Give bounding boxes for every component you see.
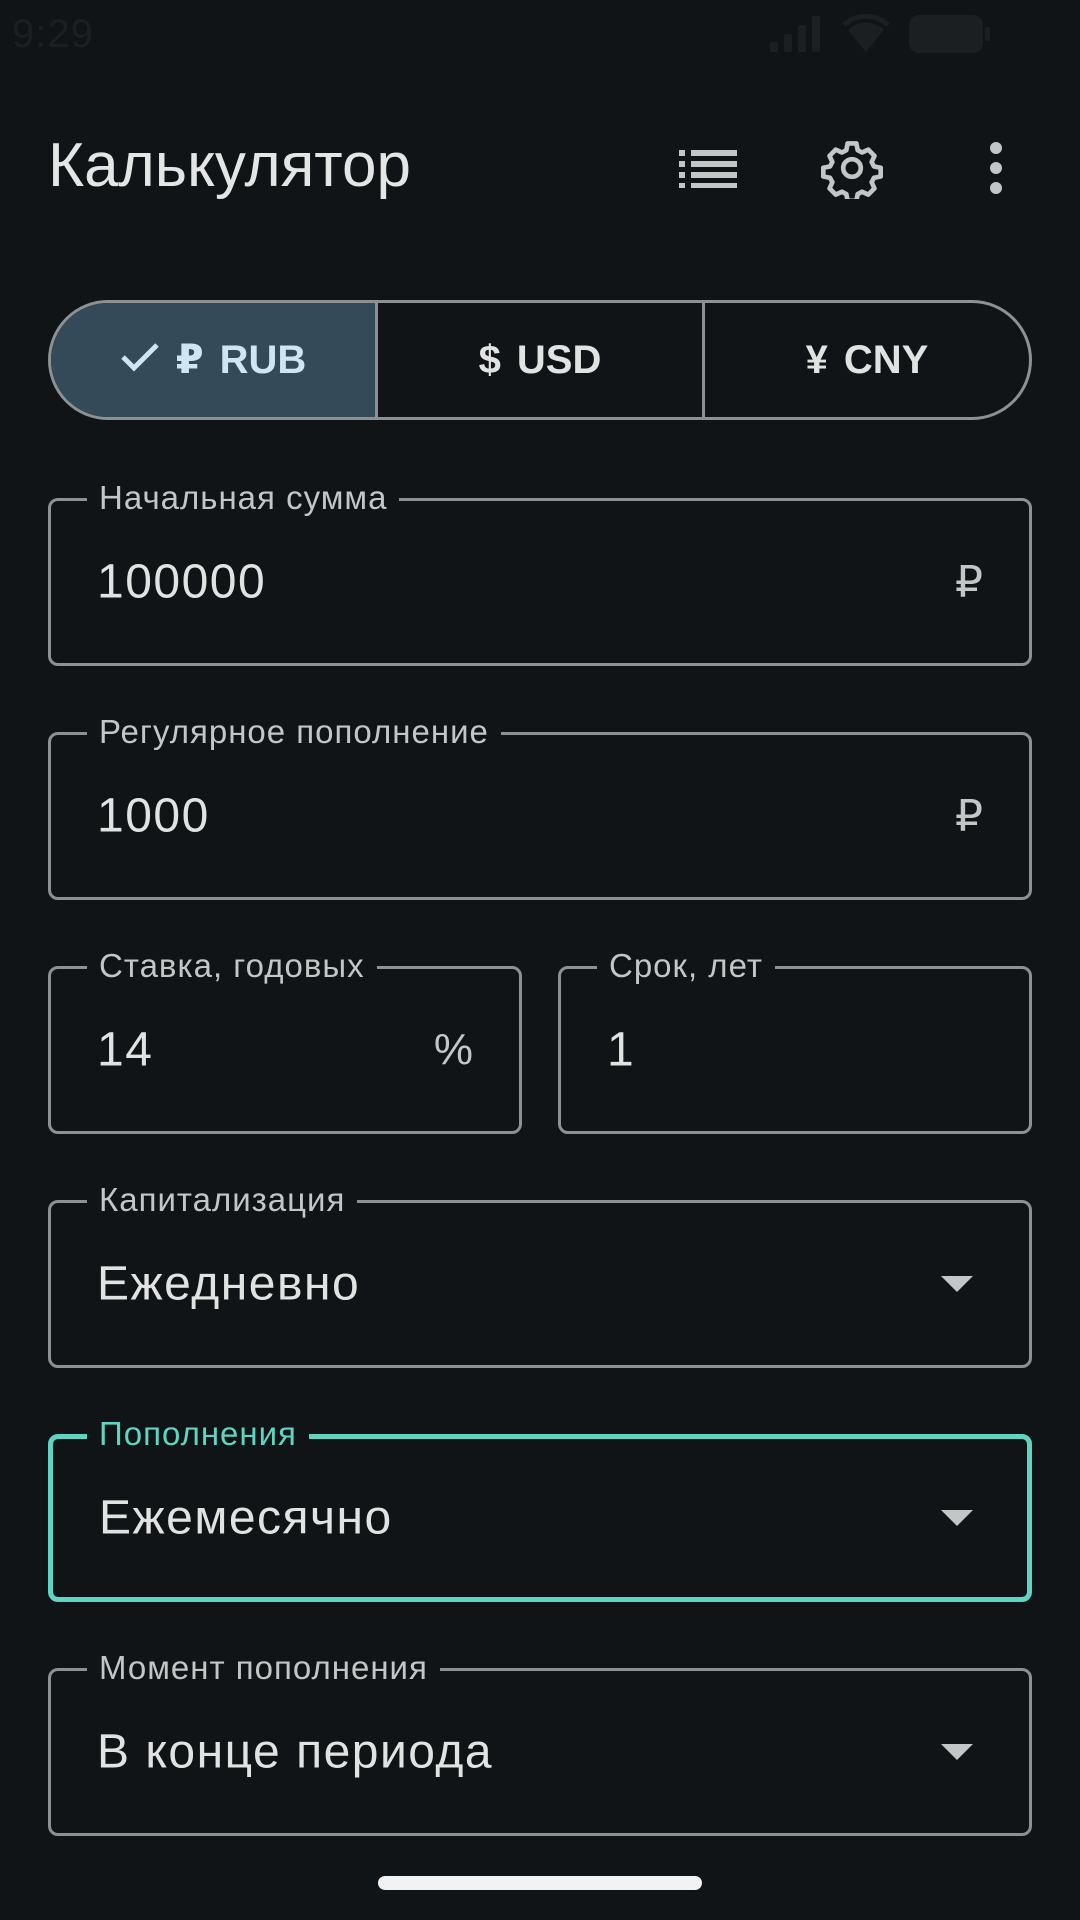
list-icon xyxy=(679,148,737,193)
home-indicator[interactable] xyxy=(378,1876,702,1890)
page-title: Калькулятор xyxy=(48,131,411,200)
capitalization-dropdown[interactable]: Капитализация Ежедневно xyxy=(48,1181,1032,1368)
topups-value: Ежемесячно xyxy=(99,1491,393,1545)
regular-topup-field[interactable]: Регулярное пополнение 1000 ₽ xyxy=(48,713,1032,900)
initial-amount-field[interactable]: Начальная сумма 100000 ₽ xyxy=(48,479,1032,666)
more-options-button[interactable] xyxy=(958,132,1034,208)
currency-usd-button[interactable]: $ USD xyxy=(375,303,702,417)
dropdown-arrow-icon xyxy=(941,1276,973,1292)
currency-rub-button[interactable]: ₽ RUB xyxy=(51,303,375,417)
field-label: Начальная сумма xyxy=(87,479,400,517)
field-label: Ставка, годовых xyxy=(87,947,377,985)
signal-icon xyxy=(768,14,824,59)
battery-icon xyxy=(908,13,992,60)
currency-code: CNY xyxy=(843,337,929,382)
ruble-suffix: ₽ xyxy=(955,557,983,607)
status-time: 9:29 xyxy=(12,12,94,56)
field-label: Капитализация xyxy=(87,1181,358,1219)
calculator-screen: 9:29 Калькулятор ₽ RUB $ USD ¥ CNY Начал… xyxy=(0,0,1080,1920)
check-icon xyxy=(120,338,160,383)
field-label: Момент пополнения xyxy=(87,1649,440,1687)
currency-symbol: ₽ xyxy=(175,338,204,382)
topup-moment-dropdown[interactable]: Момент пополнения В конце периода xyxy=(48,1649,1032,1836)
status-bar: 9:29 xyxy=(0,0,1080,70)
currency-cny-button[interactable]: ¥ CNY xyxy=(702,303,1029,417)
settings-button[interactable] xyxy=(814,132,890,208)
currency-symbol: $ xyxy=(478,337,501,382)
history-button[interactable] xyxy=(670,132,746,208)
dropdown-arrow-icon xyxy=(941,1744,973,1760)
wifi-icon xyxy=(842,13,890,59)
currency-symbol: ¥ xyxy=(805,337,828,382)
dropdown-arrow-icon xyxy=(941,1510,973,1526)
regular-topup-value: 1000 xyxy=(97,789,210,843)
more-vert-icon xyxy=(988,141,1004,200)
ruble-suffix: ₽ xyxy=(955,791,983,841)
rate-field[interactable]: Ставка, годовых 14 % xyxy=(48,947,522,1134)
percent-suffix: % xyxy=(433,1025,473,1074)
field-label: Пополнения xyxy=(87,1415,309,1453)
term-field[interactable]: Срок, лет 1 xyxy=(558,947,1032,1134)
rate-value: 14 xyxy=(97,1023,154,1077)
term-value: 1 xyxy=(607,1023,636,1077)
status-icons xyxy=(768,13,992,60)
capitalization-value: Ежедневно xyxy=(97,1257,361,1311)
app-bar: Калькулятор xyxy=(0,110,1080,230)
topup-moment-value: В конце периода xyxy=(97,1725,494,1779)
currency-selector: ₽ RUB $ USD ¥ CNY xyxy=(48,300,1032,420)
field-label: Срок, лет xyxy=(597,947,775,985)
gear-icon xyxy=(821,137,883,204)
field-label: Регулярное пополнение xyxy=(87,713,501,751)
currency-code: RUB xyxy=(219,337,307,382)
currency-code: USD xyxy=(516,337,602,382)
topups-dropdown[interactable]: Пополнения Ежемесячно xyxy=(48,1415,1032,1602)
initial-amount-value: 100000 xyxy=(97,555,267,609)
